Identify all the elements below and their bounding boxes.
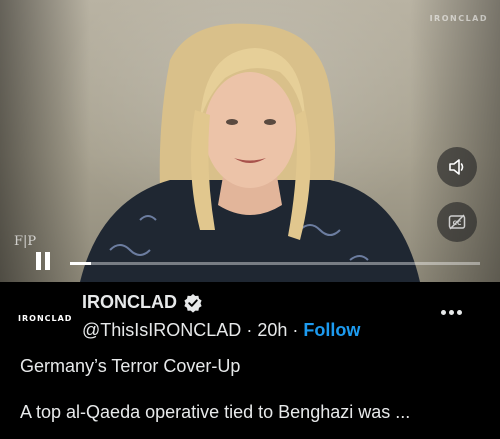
channel-corner-logo: F|P — [14, 234, 37, 249]
volume-button[interactable] — [437, 147, 477, 187]
avatar[interactable]: IRONCLAD — [18, 306, 71, 330]
meta-separator: · — [246, 320, 258, 340]
video-player[interactable]: IRONCLAD CC F|P — [0, 0, 500, 282]
pause-button[interactable] — [34, 252, 54, 272]
progress-fill — [70, 262, 91, 265]
post-time[interactable]: 20h — [257, 320, 287, 340]
captions-button[interactable]: CC — [437, 202, 477, 242]
author-meta-row: @ThisIsIRONCLAD · 20h · Follow — [82, 320, 360, 341]
meta-separator-2: · — [292, 320, 304, 340]
author-name-row: IRONCLAD — [82, 292, 203, 313]
post-headline: Germany’s Terror Cover-Up — [20, 356, 241, 376]
pause-icon — [36, 252, 41, 270]
video-watermark: IRONCLAD — [429, 14, 488, 23]
follow-button[interactable]: Follow — [303, 320, 360, 340]
progress-bar[interactable] — [70, 262, 480, 265]
verified-badge-icon — [184, 293, 202, 313]
post-body[interactable]: A top al-Qaeda operative tied to Benghaz… — [20, 402, 410, 423]
post-info: IRONCLAD IRONCLAD @ThisIsIRONCLAD · 20h … — [0, 282, 500, 439]
author-handle[interactable]: @ThisIsIRONCLAD — [82, 320, 241, 340]
video-frame-person — [80, 23, 420, 282]
speaker-icon — [449, 159, 464, 175]
author-display-name[interactable]: IRONCLAD — [82, 292, 177, 313]
more-options-icon[interactable] — [441, 310, 463, 318]
captions-off-icon: CC — [448, 214, 466, 230]
